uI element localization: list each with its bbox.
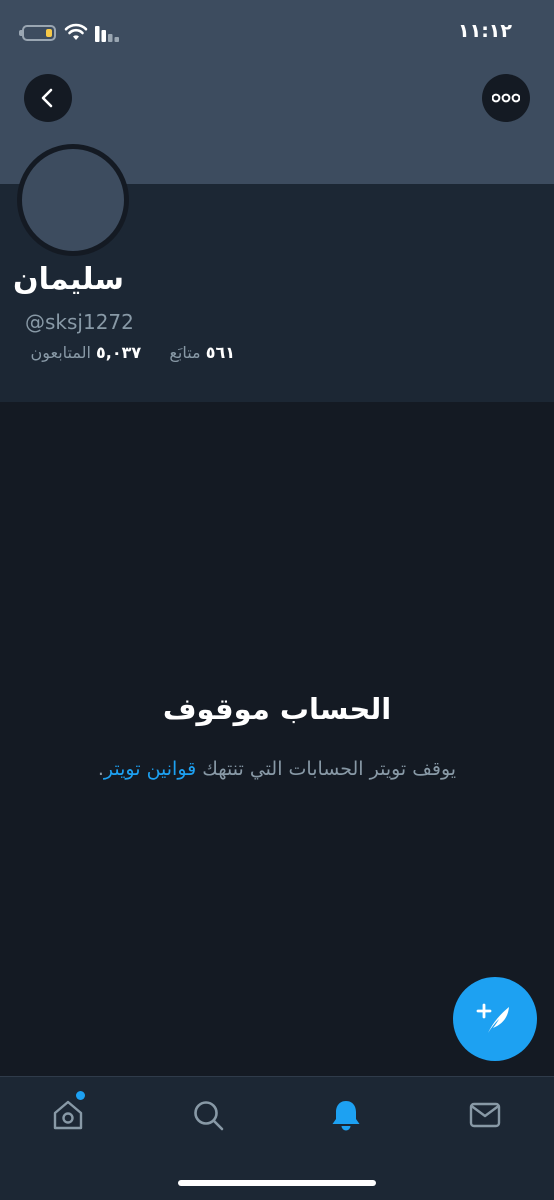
followers-count: ٥,٠٣٧ — [96, 343, 142, 362]
tab-home[interactable] — [50, 1097, 86, 1133]
new-content-dot — [76, 1091, 85, 1100]
back-button[interactable] — [24, 74, 72, 122]
suspended-title: الحساب موقوف — [162, 692, 392, 726]
following-label: متابَع — [169, 343, 201, 362]
signal-icon — [95, 26, 119, 42]
battery-icon — [19, 25, 56, 41]
wifi-icon — [64, 23, 88, 40]
following-link[interactable]: ٥٦١ متابَع — [164, 343, 235, 362]
compose-tweet-icon — [476, 1003, 509, 1033]
avatar[interactable] — [17, 144, 129, 256]
mail-icon — [469, 1102, 501, 1128]
display-name: سليمان — [13, 262, 124, 297]
chevron-left-icon — [41, 88, 53, 108]
home-icon — [53, 1100, 83, 1130]
status-bar: ١١:١٢ — [0, 0, 554, 60]
twitter-rules-link[interactable]: قوانين تويتر — [104, 758, 196, 780]
home-indicator — [178, 1180, 376, 1186]
compose-tweet-button[interactable] — [453, 977, 537, 1061]
following-count: ٥٦١ — [205, 343, 235, 362]
tab-search[interactable] — [190, 1097, 226, 1133]
tab-messages[interactable] — [467, 1097, 503, 1133]
followers-link[interactable]: ٥,٠٣٧ المتابعون — [30, 343, 141, 362]
follow-counts: ٥٦١ متابَع ٥,٠٣٧ المتابعون — [25, 343, 235, 362]
search-icon — [194, 1101, 224, 1131]
suspended-message-text: يوقف تويتر الحسابات التي تنتهك — [202, 758, 457, 780]
more-dots-icon — [492, 93, 520, 103]
username-handle: @sksj1272 — [25, 310, 134, 334]
bell-icon — [332, 1101, 360, 1131]
tab-notifications[interactable] — [328, 1097, 364, 1133]
suspended-message: يوقف تويتر الحسابات التي تنتهك قوانين تو… — [0, 758, 554, 780]
battery-level — [46, 29, 52, 37]
followers-label: المتابعون — [30, 343, 91, 362]
more-options-button[interactable] — [482, 74, 530, 122]
status-time: ١١:١٢ — [458, 20, 512, 42]
